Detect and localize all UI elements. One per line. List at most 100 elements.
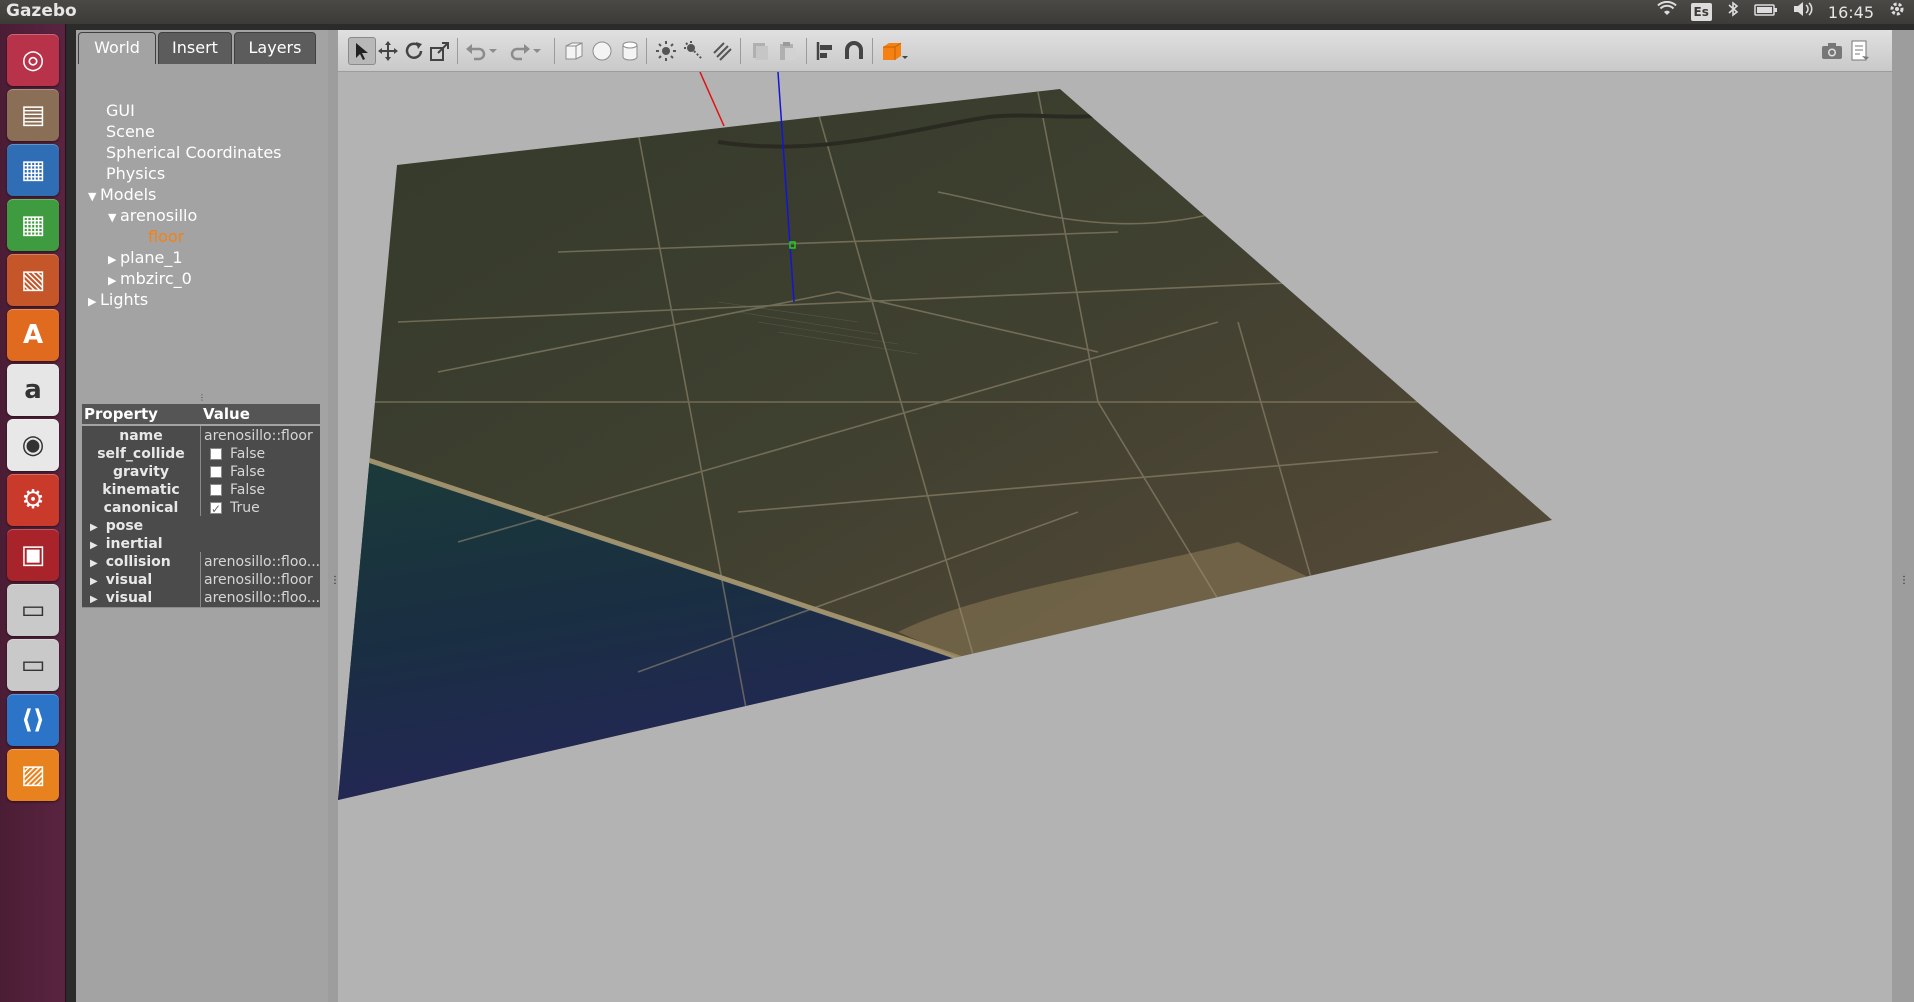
rotate-mode-icon[interactable]: [400, 37, 428, 65]
property-value: arenosillo::floo...: [204, 554, 320, 570]
property-section-pose[interactable]: ▶ pose: [82, 516, 320, 536]
view-angle-icon[interactable]: [878, 37, 912, 65]
header-property: Property: [84, 405, 158, 423]
chevron-right-icon[interactable]: ▶: [90, 558, 98, 569]
disk-icon-2[interactable]: ▭: [7, 639, 59, 691]
chevron-down-icon[interactable]: ▼: [88, 186, 100, 207]
property-value[interactable]: False: [204, 480, 320, 500]
files-icon[interactable]: ▤: [7, 89, 59, 141]
paste-icon[interactable]: [774, 37, 802, 65]
property-section-visual[interactable]: ▶ visual arenosillo::floor: [82, 570, 320, 590]
scene-canvas[interactable]: [338, 72, 1892, 1002]
property-section-visual[interactable]: ▶ visual arenosillo::floo...: [82, 588, 320, 608]
header-value: Value: [203, 405, 250, 423]
tree-item-lights[interactable]: ▶ Lights: [88, 289, 148, 310]
keyboard-layout-indicator[interactable]: Es: [1690, 3, 1712, 21]
impress-icon[interactable]: ▧: [7, 254, 59, 306]
ubuntu-dash-icon[interactable]: ◎: [7, 34, 59, 86]
tab-world[interactable]: World: [78, 32, 156, 64]
property-header: Property Value: [82, 404, 320, 424]
screenshot-camera-icon[interactable]: [1818, 37, 1846, 65]
redo-history-chevron-icon[interactable]: [530, 37, 544, 65]
3d-viewport[interactable]: [338, 72, 1892, 1002]
property-section-name[interactable]: ▶ inertial: [82, 534, 320, 554]
panel-splitter[interactable]: ⋮: [328, 30, 340, 1002]
bluetooth-icon[interactable]: [1726, 0, 1740, 25]
writer-icon[interactable]: ▦: [7, 144, 59, 196]
gazebo-icon[interactable]: ▨: [7, 749, 59, 801]
tree-item-models[interactable]: ▼ Models: [88, 184, 156, 205]
chevron-right-icon[interactable]: ▶: [88, 291, 100, 312]
log-record-icon[interactable]: [1846, 37, 1874, 65]
wifi-icon[interactable]: [1656, 0, 1677, 24]
tab-insert[interactable]: Insert: [158, 32, 232, 64]
panel-tabs: World Insert Layers: [76, 32, 328, 64]
x-axis-line: [699, 72, 725, 127]
chevron-right-icon[interactable]: ▶: [108, 249, 120, 270]
translate-mode-icon[interactable]: [374, 37, 402, 65]
amazon-icon[interactable]: a: [7, 364, 59, 416]
chevron-right-icon[interactable]: ▶: [90, 594, 98, 605]
tree-item-gui[interactable]: GUI: [106, 100, 135, 121]
property-section-inertial[interactable]: ▶ inertial: [82, 534, 320, 554]
right-panel-handle[interactable]: ⋮: [1892, 30, 1914, 1002]
scale-mode-icon[interactable]: [426, 37, 454, 65]
chevron-right-icon[interactable]: ▶: [90, 522, 98, 533]
checkbox[interactable]: [210, 466, 222, 478]
property-name: self_collide: [82, 444, 201, 464]
property-section-name[interactable]: ▶ visual: [82, 588, 201, 608]
system-indicators: Es 16:45: [1656, 0, 1906, 25]
property-section-name[interactable]: ▶ collision: [82, 552, 201, 572]
undo-history-chevron-icon[interactable]: [486, 37, 500, 65]
checkbox[interactable]: [210, 499, 222, 518]
chevron-right-icon[interactable]: ▶: [90, 576, 98, 587]
tree-item-arenosillo[interactable]: ▼ arenosillo: [108, 205, 197, 226]
vscode-icon[interactable]: ⟨⟩: [7, 694, 59, 746]
point-light-icon[interactable]: [652, 37, 680, 65]
checkbox[interactable]: [210, 448, 222, 460]
snap-magnet-icon[interactable]: [840, 37, 868, 65]
splitter-grip[interactable]: ⋮: [198, 394, 206, 402]
tree-item-floor[interactable]: floor: [148, 226, 184, 247]
select-mode-icon[interactable]: [348, 37, 376, 65]
tree-item-spherical-coordinates[interactable]: Spherical Coordinates: [106, 142, 282, 163]
property-value[interactable]: False: [204, 462, 320, 482]
tab-layers[interactable]: Layers: [234, 32, 316, 64]
align-icon[interactable]: [812, 37, 840, 65]
world-tree: GUI Scene Spherical Coordinates Physics …: [76, 66, 328, 426]
property-value: arenosillo::floor: [204, 428, 313, 444]
property-row-self-collide: self_collide False: [82, 444, 320, 464]
volume-icon[interactable]: [1792, 0, 1814, 24]
system-monitor-icon[interactable]: ▣: [7, 529, 59, 581]
tree-item-scene[interactable]: Scene: [106, 121, 155, 142]
sphere-shape-icon[interactable]: [588, 37, 616, 65]
checkbox[interactable]: [210, 484, 222, 496]
clock[interactable]: 16:45: [1828, 3, 1874, 22]
chevron-right-icon[interactable]: ▶: [108, 270, 120, 291]
tree-item-mbzirc-0[interactable]: ▶ mbzirc_0: [108, 268, 192, 289]
tree-item-physics[interactable]: Physics: [106, 163, 165, 184]
chevron-right-icon[interactable]: ▶: [90, 540, 98, 551]
box-shape-icon[interactable]: [560, 37, 588, 65]
disk-icon-1[interactable]: ▭: [7, 584, 59, 636]
directional-light-icon[interactable]: [708, 37, 736, 65]
spot-light-icon[interactable]: [680, 37, 708, 65]
chrome-icon[interactable]: ◉: [7, 419, 59, 471]
settings-icon[interactable]: ⚙: [7, 474, 59, 526]
software-center-icon[interactable]: A: [7, 309, 59, 361]
calc-icon[interactable]: ▦: [7, 199, 59, 251]
property-section-name[interactable]: ▶ pose: [82, 516, 320, 536]
property-value: arenosillo::floo...: [204, 590, 320, 606]
battery-icon[interactable]: [1754, 0, 1778, 24]
chevron-down-icon[interactable]: ▼: [108, 207, 120, 228]
copy-icon[interactable]: [746, 37, 774, 65]
property-value[interactable]: True: [204, 498, 320, 518]
property-value[interactable]: False: [204, 444, 320, 464]
property-name: kinematic: [82, 480, 201, 500]
cylinder-shape-icon[interactable]: [616, 37, 644, 65]
property-row-kinematic: kinematic False: [82, 480, 320, 500]
property-section-name[interactable]: ▶ visual: [82, 570, 201, 590]
gear-icon[interactable]: [1888, 0, 1906, 25]
property-section-collision[interactable]: ▶ collision arenosillo::floo...: [82, 552, 320, 572]
tree-item-plane-1[interactable]: ▶ plane_1: [108, 247, 183, 268]
